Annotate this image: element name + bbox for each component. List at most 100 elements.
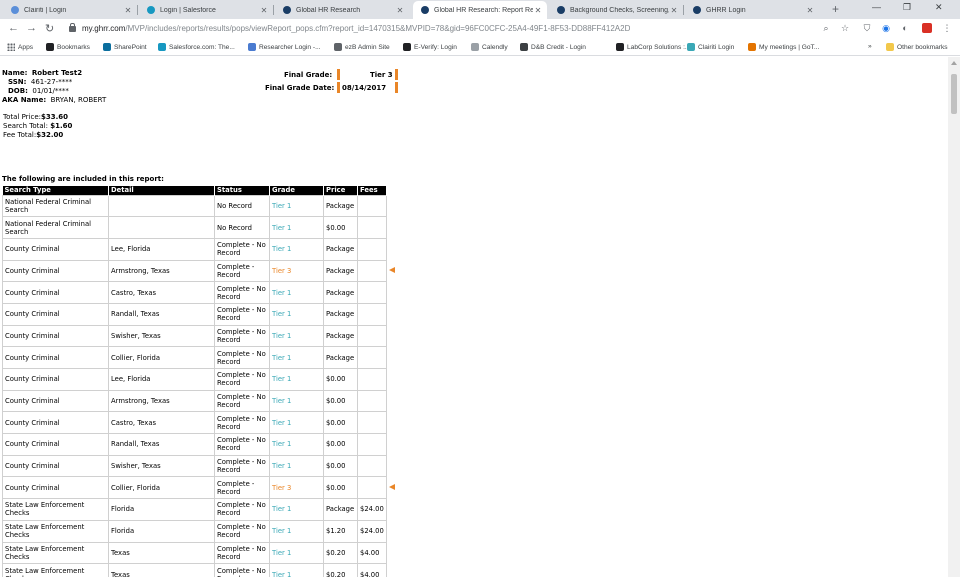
tab-close-icon[interactable]: ✕ [533, 6, 543, 15]
bookmark-favicon-icon [886, 43, 894, 51]
status-cell: Complete - No Record [214, 346, 270, 369]
minimize-icon[interactable]: — [872, 2, 881, 12]
search-type-cell: County Criminal [2, 411, 109, 435]
menu-icon[interactable]: ⋮ [942, 23, 952, 33]
zoom-icon[interactable]: ⌕ [821, 23, 831, 33]
price-cell: $0.00 [323, 216, 358, 239]
extension-sync-icon[interactable]: ◐ [900, 23, 910, 33]
flag-cell [387, 303, 401, 325]
browser-tab[interactable]: Global HR Research: Report Resu ✕ [413, 1, 547, 19]
grade-cell[interactable]: Tier 1 [269, 302, 324, 326]
flag-cell [387, 347, 401, 369]
grade-cell[interactable]: Tier 1 [269, 563, 324, 577]
bookmark-item[interactable]: Bookmarks [46, 43, 90, 51]
detail-cell: Texas [108, 563, 215, 577]
grade-cell[interactable]: Tier 1 [269, 194, 324, 218]
tab-separator [683, 5, 684, 15]
profile-avatar[interactable] [922, 23, 932, 33]
grade-cell[interactable]: Tier 1 [269, 281, 324, 304]
column-header: Detail [108, 186, 215, 195]
column-header-spacer [386, 186, 401, 195]
price-cell: $0.00 [323, 433, 358, 456]
apps-shortcut[interactable]: Apps [7, 43, 33, 51]
grade-cell[interactable]: Tier 1 [269, 541, 324, 565]
grade-cell[interactable]: Tier 1 [269, 237, 324, 261]
grade-cell[interactable]: Tier 3 [269, 259, 324, 283]
flag-cell [387, 260, 401, 282]
lock-icon[interactable] [69, 23, 76, 32]
bookmark-item[interactable]: Other bookmarks [886, 43, 948, 51]
browser-tab[interactable]: Login | Salesforce ✕ [139, 1, 273, 19]
fees-cell [357, 237, 387, 261]
fees-cell [357, 346, 387, 369]
status-cell: Complete - No Record [214, 498, 270, 521]
table-row: County Criminal Collier, Florida Complete … [2, 346, 401, 369]
star-icon[interactable]: ☆ [840, 23, 850, 33]
new-tab-button[interactable]: + [832, 2, 839, 16]
forward-icon[interactable]: → [26, 22, 37, 34]
extension-icon[interactable]: ⛉ [862, 23, 872, 33]
table-row: County Criminal Armstrong, Texas Complete … [2, 259, 401, 283]
flag-cell [387, 455, 401, 477]
scroll-up-arrow[interactable] [951, 61, 957, 65]
bookmark-item[interactable]: D&B Credit - Login [520, 43, 586, 51]
fee-total-value: $32.00 [36, 131, 64, 139]
back-icon[interactable]: ← [8, 22, 19, 34]
dob-value: 01/01/**** [32, 87, 69, 95]
close-window-icon[interactable]: ✕ [935, 2, 943, 13]
tab-close-icon[interactable]: ✕ [395, 6, 405, 15]
tab-separator [273, 5, 274, 15]
grade-cell[interactable]: Tier 1 [269, 519, 324, 543]
bookmark-item[interactable]: My meetings | GoT... [748, 43, 819, 51]
browser-tab[interactable]: Clairiti | Login ✕ [3, 1, 137, 19]
browser-tab[interactable]: GHRR Login ✕ [685, 1, 819, 19]
grade-cell[interactable]: Tier 1 [269, 324, 324, 348]
tab-close-icon[interactable]: ✕ [805, 6, 815, 15]
grade-cell[interactable]: Tier 3 [269, 476, 324, 500]
fees-cell: $4.00 [357, 541, 387, 565]
bookmark-item[interactable]: Salesforce.com: The... [158, 43, 235, 51]
bookmark-item[interactable]: LabCorp Solutions :... [616, 43, 690, 51]
grade-cell[interactable]: Tier 1 [269, 454, 324, 478]
restore-icon[interactable]: ❐ [903, 2, 911, 13]
grade-cell[interactable]: Tier 1 [269, 389, 324, 413]
scrollbar-thumb[interactable] [951, 74, 957, 114]
grade-cell[interactable]: Tier 1 [269, 216, 324, 239]
final-grade-date-label: Final Grade Date: [265, 84, 335, 92]
tab-title: Clairiti | Login [24, 6, 67, 14]
grade-cell[interactable]: Tier 1 [269, 411, 324, 435]
extension-lastpass-icon[interactable]: ◉ [881, 23, 891, 33]
bookmark-item[interactable]: E-Verify: Login [403, 43, 457, 51]
tab-close-icon[interactable]: ✕ [123, 6, 133, 15]
bookmark-item[interactable]: Clairiti Login [687, 43, 734, 51]
fees-cell [357, 389, 387, 413]
tab-close-icon[interactable]: ✕ [669, 6, 679, 15]
address-bar[interactable]: my.ghrr.com/MVP/includes/reports/results… [82, 24, 630, 33]
browser-tab[interactable]: Background Checks, Screening, I ✕ [549, 1, 683, 19]
grade-cell[interactable]: Tier 1 [269, 368, 324, 391]
fees-cell: $4.00 [357, 563, 387, 577]
bookmark-item[interactable]: SharePoint [103, 43, 147, 51]
search-type-cell: National Federal Criminal Search [2, 216, 109, 239]
grade-cell[interactable]: Tier 1 [269, 498, 324, 521]
bookmark-item[interactable]: Calendly [471, 43, 508, 51]
flag-cell [387, 434, 401, 456]
record-flag-icon [389, 266, 395, 273]
search-type-cell: State Law Enforcement Checks [2, 563, 109, 577]
tab-title: Background Checks, Screening, I [570, 6, 669, 14]
table-row: County Criminal Castro, Texas Complete - N… [2, 281, 401, 304]
tab-favicon-icon [11, 6, 19, 14]
grade-cell[interactable]: Tier 1 [269, 433, 324, 456]
more-bookmarks-icon[interactable]: » [868, 43, 872, 50]
bookmark-item[interactable]: ezB Admin Site [334, 43, 390, 51]
vertical-scrollbar[interactable] [948, 57, 960, 577]
browser-tab[interactable]: Global HR Research ✕ [275, 1, 409, 19]
grade-cell[interactable]: Tier 1 [269, 346, 324, 369]
tab-close-icon[interactable]: ✕ [259, 6, 269, 15]
bookmark-item[interactable]: Researcher Login -... [248, 43, 321, 51]
ssn-row: SSN: 461-27-**** [8, 78, 72, 86]
reload-icon[interactable]: ↻ [45, 22, 54, 35]
search-type-cell: County Criminal [2, 237, 109, 261]
bookmark-favicon-icon [248, 43, 256, 51]
bookmark-label: Calendly [482, 43, 508, 51]
